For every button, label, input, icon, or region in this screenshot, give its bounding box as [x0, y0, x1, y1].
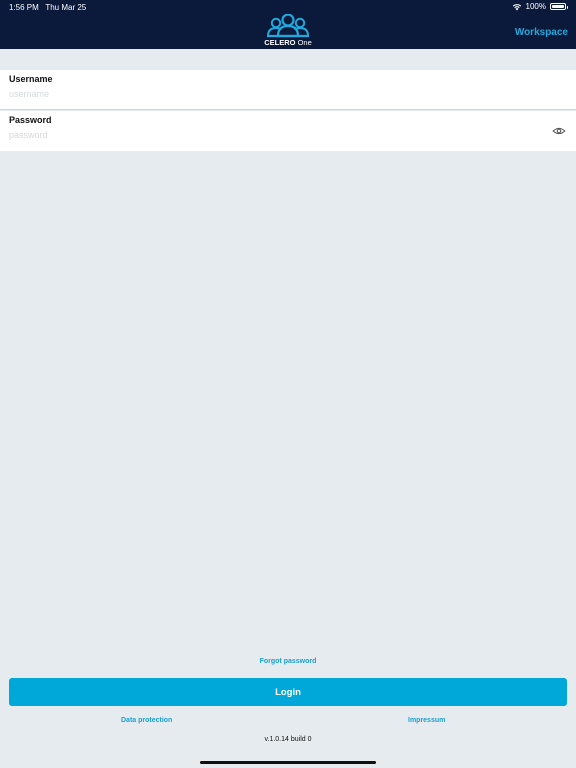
wifi-icon — [512, 3, 521, 10]
logo-wordmark: CELERO One — [258, 38, 318, 47]
workspace-button[interactable]: Workspace — [515, 27, 568, 38]
app-header: 1:56 PM Thu Mar 25 100% CELERO One Works… — [0, 0, 576, 49]
home-indicator[interactable] — [200, 761, 376, 764]
password-label: Password — [9, 115, 52, 125]
people-group-icon — [267, 14, 309, 38]
impressum-link[interactable]: Impressum — [408, 717, 445, 724]
status-bar-time: 1:56 PM Thu Mar 25 — [9, 3, 86, 12]
status-time: 1:56 PM — [9, 3, 39, 12]
username-label: Username — [9, 74, 53, 84]
forgot-password-link[interactable]: Forgot password — [0, 658, 576, 665]
username-field-row: Username — [0, 70, 576, 110]
status-bar-right: 100% — [512, 2, 568, 11]
password-input[interactable] — [9, 128, 529, 142]
data-protection-link[interactable]: Data protection — [121, 717, 172, 724]
status-date: Thu Mar 25 — [45, 3, 87, 12]
eye-icon[interactable] — [552, 125, 566, 137]
battery-percent: 100% — [525, 2, 546, 11]
logo-brand: CELERO — [264, 38, 296, 47]
logo-product: One — [297, 38, 312, 47]
password-field-row: Password — [0, 111, 576, 151]
username-input[interactable] — [9, 87, 529, 101]
battery-icon — [550, 3, 568, 10]
app-logo: CELERO One — [264, 14, 312, 48]
version-label: v.1.0.14 build 0 — [264, 736, 312, 743]
battery-fill — [552, 5, 564, 8]
login-button[interactable]: Login — [9, 678, 567, 706]
